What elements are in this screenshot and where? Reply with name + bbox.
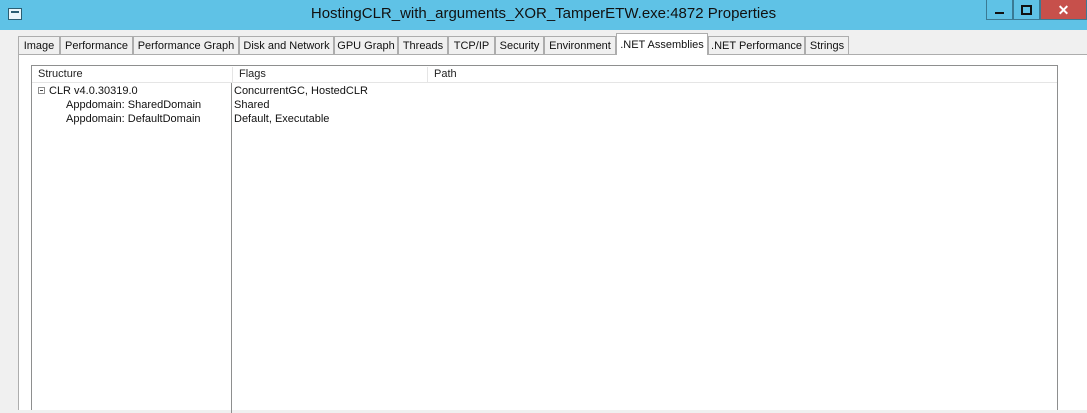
minimize-button[interactable]	[986, 0, 1013, 20]
row-structure: CLR v4.0.30319.0	[49, 85, 138, 97]
tab-net-assemblies[interactable]: .NET Assemblies	[616, 33, 708, 55]
maximize-icon	[1021, 4, 1032, 15]
tree-row-clr[interactable]: CLR v4.0.30319.0 ConcurrentGC, HostedCLR	[32, 84, 1057, 98]
window-title: HostingCLR_with_arguments_XOR_TamperETW.…	[310, 5, 777, 22]
row-flags: ConcurrentGC, HostedCLR	[234, 85, 368, 97]
collapse-icon[interactable]	[38, 87, 45, 94]
tree-row-default-domain[interactable]: Appdomain: DefaultDomain Default, Execut…	[32, 112, 1057, 126]
row-structure: Appdomain: SharedDomain	[66, 99, 202, 111]
tab-net-performance[interactable]: .NET Performance	[708, 36, 805, 54]
tab-security[interactable]: Security	[495, 36, 544, 54]
tab-performance[interactable]: Performance	[60, 36, 133, 54]
column-header-structure[interactable]: Structure	[32, 67, 233, 82]
tab-image[interactable]: Image	[18, 36, 60, 54]
row-structure: Appdomain: DefaultDomain	[66, 113, 201, 125]
tree-row-shared-domain[interactable]: Appdomain: SharedDomain Shared	[32, 98, 1057, 112]
column-divider	[231, 83, 232, 413]
close-icon: ✕	[1057, 1, 1070, 18]
row-flags: Shared	[234, 99, 270, 111]
title-bar[interactable]: HostingCLR_with_arguments_XOR_TamperETW.…	[0, 0, 1087, 30]
assemblies-tree-list[interactable]: Structure Flags Path CLR v4.0.30319.0 Co…	[31, 65, 1058, 413]
tab-threads[interactable]: Threads	[398, 36, 448, 54]
tab-environment[interactable]: Environment	[544, 36, 616, 54]
tab-strings[interactable]: Strings	[805, 36, 849, 54]
tab-performance-graph[interactable]: Performance Graph	[133, 36, 239, 54]
row-flags: Default, Executable	[234, 113, 330, 125]
maximize-button[interactable]	[1013, 0, 1040, 20]
column-header-row: Structure Flags Path	[32, 66, 1057, 83]
tab-gpu-graph[interactable]: GPU Graph	[334, 36, 398, 54]
tab-tcp-ip[interactable]: TCP/IP	[448, 36, 495, 54]
close-button[interactable]: ✕	[1040, 0, 1087, 20]
column-header-path[interactable]: Path	[428, 67, 1058, 82]
minimize-icon	[995, 11, 1004, 14]
column-header-flags[interactable]: Flags	[233, 67, 428, 82]
tab-disk-and-network[interactable]: Disk and Network	[239, 36, 334, 54]
